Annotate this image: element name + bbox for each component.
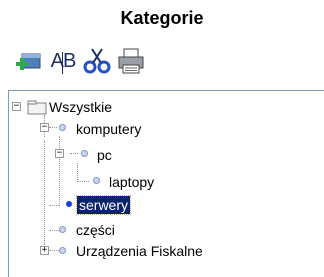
tree-label: komputery [76, 121, 142, 137]
print-icon [116, 46, 146, 76]
tree-node-czesci[interactable]: części [74, 219, 117, 241]
tree-label: pc [97, 147, 112, 163]
tree-label: części [76, 222, 115, 238]
category-dot-icon [59, 226, 66, 233]
expand-toggle-komputery[interactable]: − [40, 123, 49, 132]
tree-node-wszystkie[interactable]: Wszystkie [27, 96, 114, 118]
tree-node-laptopy[interactable]: laptopy [107, 171, 156, 193]
expand-toggle-pc[interactable]: − [55, 149, 64, 158]
tree-node-pc[interactable]: pc [95, 144, 114, 166]
tree-node-urzadzenia-fiskalne[interactable]: Urządzenia Fiskalne [74, 240, 205, 262]
category-tree[interactable]: − Wszystkie − komputery − pc laptopy ser… [8, 90, 324, 277]
rename-icon: AB [50, 49, 76, 74]
tree-node-serwery[interactable]: serwery [75, 194, 132, 216]
cut-button[interactable] [80, 44, 114, 78]
category-dot-icon [59, 124, 66, 131]
add-category-icon [14, 46, 44, 76]
category-dot-icon [93, 177, 100, 184]
folder-icon [27, 99, 47, 115]
tree-label: Urządzenia Fiskalne [76, 243, 203, 259]
print-button[interactable] [114, 44, 148, 78]
category-dot-icon [59, 247, 66, 254]
tree-label: serwery [75, 195, 132, 215]
category-dot-icon [81, 150, 88, 157]
cut-icon [82, 46, 112, 76]
expand-toggle-fiskalne[interactable]: + [40, 246, 49, 255]
tree-label: Wszystkie [49, 99, 112, 115]
category-dot-icon [66, 201, 72, 207]
panel-title: Kategorie [120, 8, 204, 28]
tree-node-komputery[interactable]: komputery [74, 118, 143, 140]
tree-label: laptopy [109, 174, 155, 190]
expand-toggle-wszystkie[interactable]: − [12, 102, 21, 111]
add-category-button[interactable] [12, 44, 46, 78]
rename-button[interactable]: AB [46, 44, 80, 78]
